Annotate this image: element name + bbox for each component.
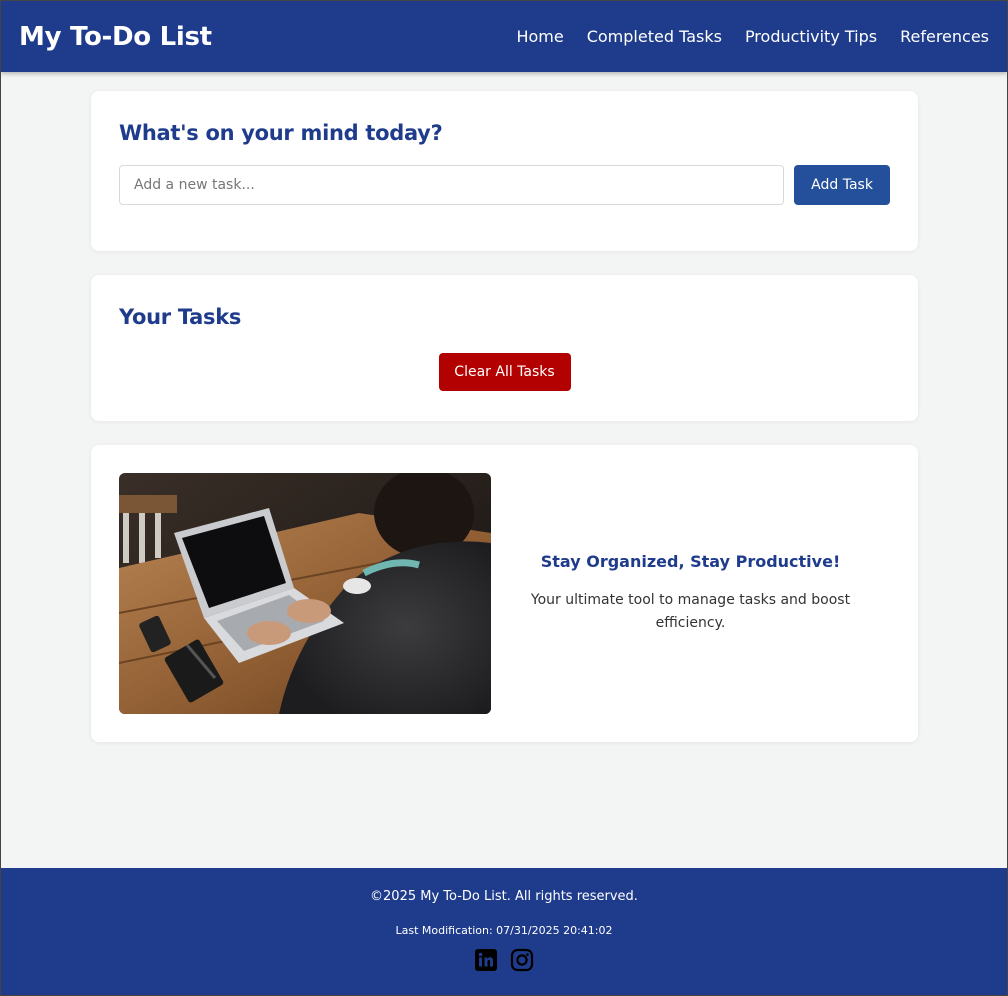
promo-heading: Stay Organized, Stay Productive! bbox=[540, 552, 841, 571]
instagram-icon[interactable] bbox=[510, 948, 534, 972]
site-title: My To-Do List bbox=[19, 21, 212, 52]
copyright-text: ©2025 My To-Do List. All rights reserved… bbox=[370, 889, 638, 904]
laptop-photo bbox=[119, 473, 491, 714]
clear-wrap: Clear All Tasks bbox=[119, 353, 890, 391]
site-footer: ©2025 My To-Do List. All rights reserved… bbox=[1, 868, 1007, 995]
last-modification: Last Modification: 07/31/2025 20:41:02 bbox=[395, 924, 613, 937]
nav-references[interactable]: References bbox=[900, 27, 989, 46]
add-task-row: Add Task bbox=[119, 165, 890, 205]
promo-body: Your ultimate tool to manage tasks and b… bbox=[530, 592, 851, 631]
promo-card: Stay Organized, Stay Productive! Your ul… bbox=[91, 445, 918, 742]
nav-completed-tasks[interactable]: Completed Tasks bbox=[587, 27, 722, 46]
tasks-heading: Your Tasks bbox=[119, 305, 242, 329]
nav-productivity-tips[interactable]: Productivity Tips bbox=[745, 27, 877, 46]
tasks-card: Your Tasks Clear All Tasks bbox=[91, 275, 918, 421]
promo-image bbox=[119, 473, 491, 714]
linkedin-icon[interactable] bbox=[474, 948, 498, 972]
add-task-card: What's on your mind today? Add Task bbox=[91, 91, 918, 251]
site-header: My To-Do List Home Completed Tasks Produ… bbox=[1, 1, 1007, 72]
nav-home[interactable]: Home bbox=[516, 27, 563, 46]
promo-text: Stay Organized, Stay Productive! Your ul… bbox=[491, 552, 890, 635]
main-content: What's on your mind today? Add Task Your… bbox=[91, 91, 918, 766]
main-nav: Home Completed Tasks Productivity Tips R… bbox=[493, 27, 989, 46]
clear-all-tasks-button[interactable]: Clear All Tasks bbox=[438, 353, 571, 391]
task-input[interactable] bbox=[119, 165, 785, 205]
page: My To-Do List Home Completed Tasks Produ… bbox=[0, 0, 1008, 996]
social-links bbox=[1, 948, 1007, 972]
add-task-heading: What's on your mind today? bbox=[119, 121, 443, 145]
add-task-button[interactable]: Add Task bbox=[794, 165, 890, 205]
